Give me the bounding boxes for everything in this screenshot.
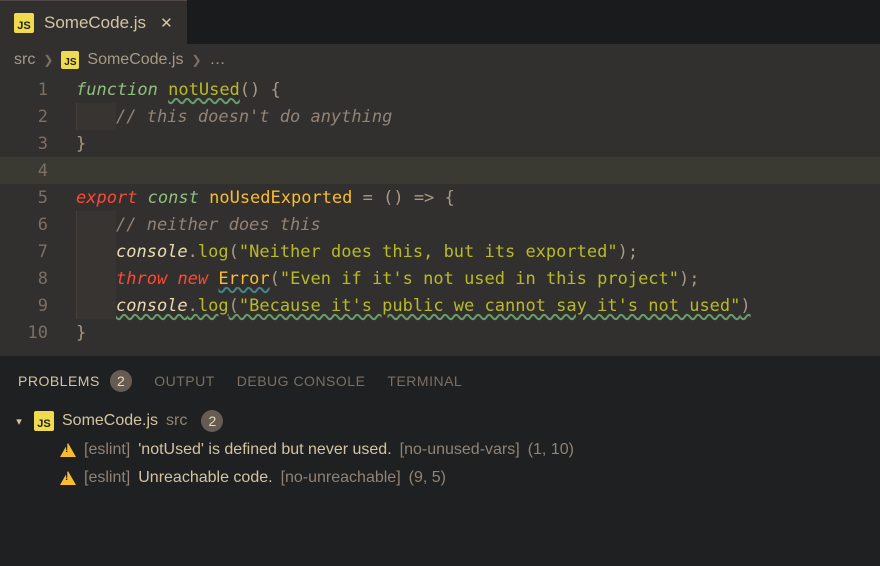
file-problem-count: 2 xyxy=(201,410,223,432)
problems-file-src: src xyxy=(166,412,187,430)
line-number: 3 xyxy=(0,134,76,154)
code-line[interactable]: 4 xyxy=(0,157,880,184)
tab-title: SomeCode.js xyxy=(44,13,146,33)
line-number: 7 xyxy=(0,242,76,262)
bottom-panel: PROBLEMS 2 OUTPUT DEBUG CONSOLE TERMINAL… xyxy=(0,356,880,502)
editor-tab[interactable]: JS SomeCode.js ✕ xyxy=(0,0,187,44)
chevron-right-icon: ❯ xyxy=(191,53,201,67)
warning-icon xyxy=(60,443,76,457)
problems-file-name: SomeCode.js xyxy=(62,412,158,430)
problem-item[interactable]: [eslint] Unreachable code. [no-unreachab… xyxy=(12,464,868,492)
js-file-icon: JS xyxy=(14,13,34,33)
line-number: 5 xyxy=(0,188,76,208)
line-number: 4 xyxy=(0,161,76,181)
tab-output[interactable]: OUTPUT xyxy=(154,373,215,389)
js-file-icon: JS xyxy=(34,411,54,431)
line-number: 6 xyxy=(0,215,76,235)
chevron-right-icon: ❯ xyxy=(43,53,53,67)
problems-list: ▾ JS SomeCode.js src 2 [eslint] 'notUsed… xyxy=(0,402,880,502)
close-icon[interactable]: ✕ xyxy=(160,14,173,32)
code-line[interactable]: 8 throw new Error("Even if it's not used… xyxy=(0,265,880,292)
code-line[interactable]: 10 } xyxy=(0,319,880,346)
code-line[interactable]: 7 console.log("Neither does this, but it… xyxy=(0,238,880,265)
code-line[interactable]: 5 export const noUsedExported = () => { xyxy=(0,184,880,211)
chevron-down-icon[interactable]: ▾ xyxy=(12,415,26,428)
code-line[interactable]: 3 } xyxy=(0,130,880,157)
problem-item[interactable]: [eslint] 'notUsed' is defined but never … xyxy=(12,436,868,464)
breadcrumb-root[interactable]: src xyxy=(14,51,35,69)
tab-terminal[interactable]: TERMINAL xyxy=(387,373,462,389)
line-number: 2 xyxy=(0,107,76,127)
warning-icon xyxy=(60,471,76,485)
line-number: 1 xyxy=(0,80,76,100)
problems-count-badge: 2 xyxy=(110,370,132,392)
problems-file-row[interactable]: ▾ JS SomeCode.js src 2 xyxy=(12,406,868,436)
line-number: 8 xyxy=(0,269,76,289)
line-number: 10 xyxy=(0,323,76,343)
symbol-notUsed: notUsed xyxy=(168,80,240,100)
code-line[interactable]: 9 console.log("Because it's public we ca… xyxy=(0,292,880,319)
breadcrumb: src ❯ JS SomeCode.js ❯ … xyxy=(0,44,880,76)
line-number: 9 xyxy=(0,296,76,316)
breadcrumb-file[interactable]: SomeCode.js xyxy=(87,51,183,69)
js-file-icon: JS xyxy=(61,51,79,69)
panel-tab-bar: PROBLEMS 2 OUTPUT DEBUG CONSOLE TERMINAL xyxy=(0,356,880,402)
tab-debug-console[interactable]: DEBUG CONSOLE xyxy=(237,373,366,389)
tab-problems[interactable]: PROBLEMS 2 xyxy=(18,370,132,392)
code-line[interactable]: 1 function notUsed() { xyxy=(0,76,880,103)
code-editor[interactable]: 1 function notUsed() { 2 // this doesn't… xyxy=(0,76,880,356)
code-line[interactable]: 6 // neither does this xyxy=(0,211,880,238)
breadcrumb-more[interactable]: … xyxy=(210,51,226,69)
code-line[interactable]: 2 // this doesn't do anything xyxy=(0,103,880,130)
tab-bar: JS SomeCode.js ✕ xyxy=(0,0,880,44)
